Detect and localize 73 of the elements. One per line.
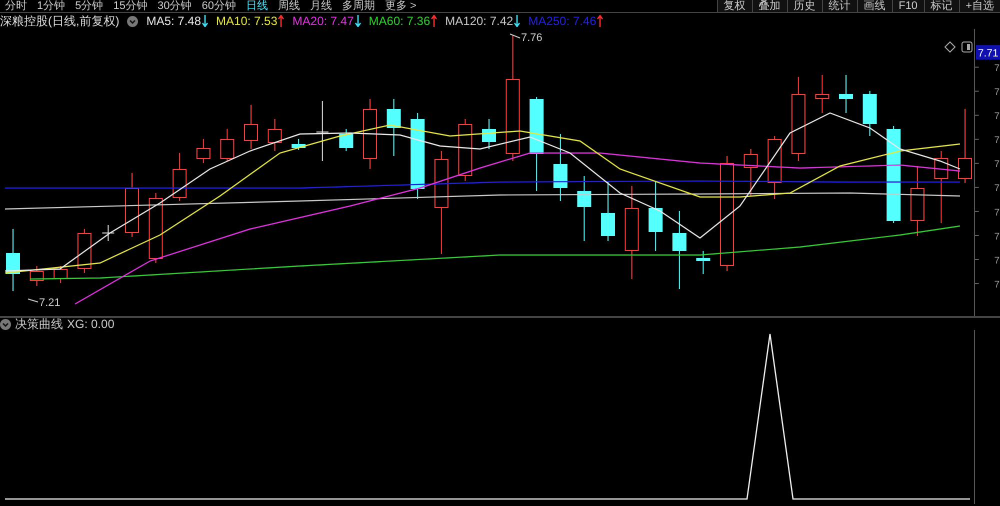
candlestick [292,138,306,150]
period-tab[interactable]: 1分钟 [32,0,70,12]
candlestick [386,98,401,156]
toolbar-button[interactable]: +自选 [958,0,1000,12]
chevron-down-icon[interactable] [0,318,11,330]
candlestick [744,148,758,196]
candlestick [696,250,710,274]
moving-average-value: MA20: 7.47 [292,13,354,29]
toolbar-button[interactable]: 标记 [924,0,959,12]
candlestick [862,90,877,136]
period-tab[interactable]: 周线 [273,0,305,12]
price-tick-label: 7 [994,63,1000,74]
candlestick [601,180,615,242]
toolbar-button[interactable]: 历史 [786,0,822,12]
moving-average-value: MA120: 7.42 [445,13,514,29]
candlestick [125,172,139,238]
candlestick [268,118,282,152]
candlestick [815,74,830,114]
price-tick-label: 7 [994,207,1000,218]
chart-title: 深粮控股(日线,前复权) [0,13,120,29]
candlestick [77,228,92,274]
candlestick [30,266,44,286]
candlestick [482,118,496,150]
price-tick-label: 7 [994,87,1000,98]
toolbar-button[interactable]: 复权 [716,0,752,12]
price-tick-label: 7 [994,231,1000,242]
candlestick [553,134,568,202]
moving-average-value: MA5: 7.48 [146,13,202,29]
period-tab[interactable]: 分时 [0,0,32,12]
period-tab[interactable]: 30分钟 [152,0,197,12]
candlestick [54,266,68,284]
moving-average-value: MA250: 7.46 [528,13,596,29]
candlestick [220,128,234,162]
candlestick [363,98,377,170]
price-tick-label: 7 [994,159,1000,170]
chevron-down-icon[interactable] [127,16,138,26]
period-tab[interactable]: 更多 > [380,0,422,12]
candlestick [648,180,663,252]
period-tab[interactable]: 5分钟 [70,0,108,12]
price-tick-label: 7 [994,135,1000,146]
candlestick [172,152,187,202]
diamond-icon[interactable] [944,41,956,53]
candlestick [910,166,924,236]
current-price-label: 7.71 [976,45,1000,60]
toolbar-button[interactable]: 画线 [856,0,892,12]
candlestick [839,74,853,114]
candlestick [768,136,782,200]
indicator-value: XG: 0.00 [67,317,114,331]
candlestick [577,176,592,242]
moving-average-value: MA10: 7.53 [216,13,278,29]
toolbar-button[interactable]: 叠加 [752,0,787,12]
price-tick-label: 7 [994,255,1000,266]
price-tick-label: 7 [994,111,1000,122]
candlestick [458,118,472,182]
period-tab[interactable]: 15分钟 [108,0,152,12]
candlestick [148,192,163,264]
period-tab[interactable]: 月线 [305,0,337,12]
price-tick-label: 7 [994,183,1000,194]
period-tab[interactable]: 日线 [241,0,273,12]
toolbar-button[interactable]: F10 [892,0,924,12]
candlestick [339,128,354,152]
toolbar-button[interactable]: 统计 [822,0,857,12]
period-tab[interactable]: 多周期 [337,0,380,12]
candlestick [196,138,210,164]
candlestick [244,104,258,150]
period-tab[interactable]: 60分钟 [196,0,241,12]
panel-toggle-icon[interactable] [962,42,972,52]
indicator-title: 决策曲线 [15,317,63,331]
candlestick [316,100,329,162]
moving-average-value: MA60: 7.36 [368,13,430,29]
candlestick [102,224,115,242]
candlestick [6,228,20,292]
price-tick-label: 7 [994,279,1000,290]
